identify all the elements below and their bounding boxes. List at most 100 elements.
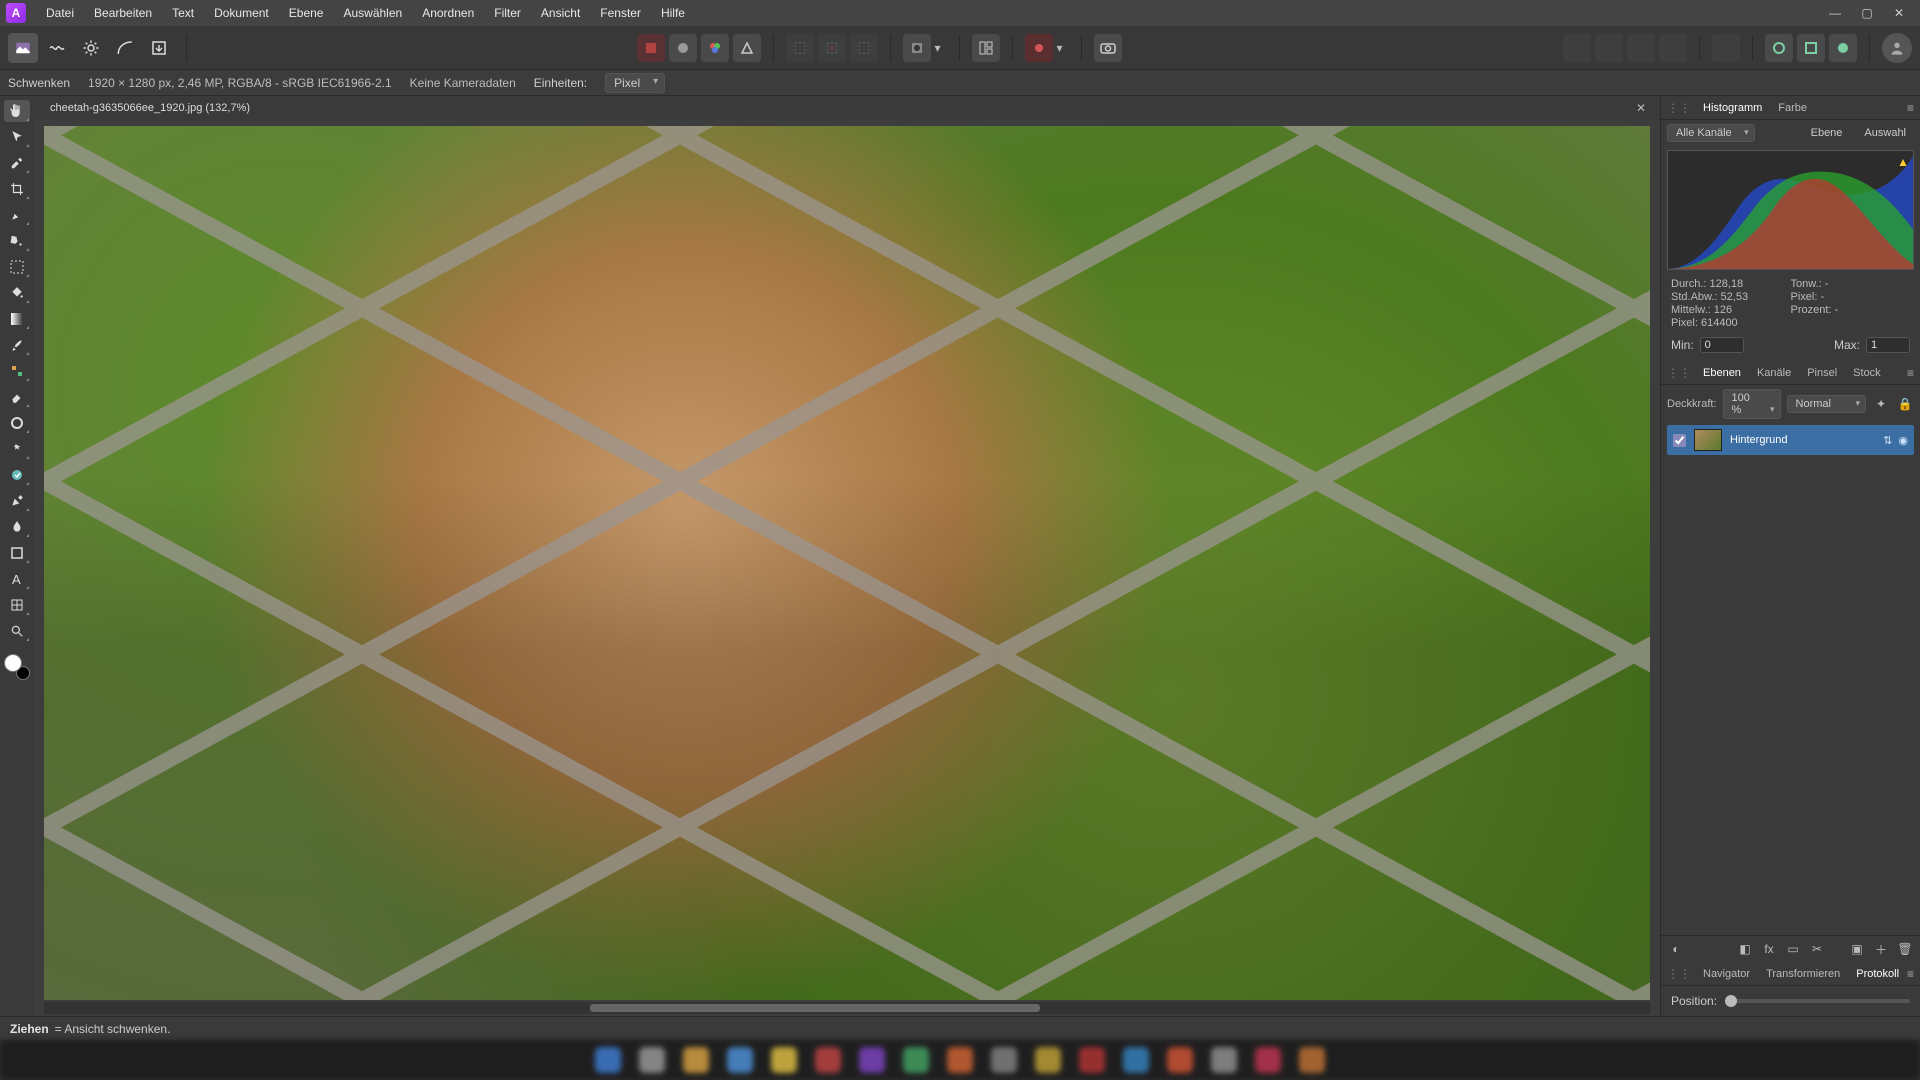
tool-move[interactable] xyxy=(4,126,30,148)
window-close-icon[interactable]: ✕ xyxy=(1890,6,1908,20)
histogram-max-input[interactable] xyxy=(1866,337,1910,353)
fx-icon[interactable]: fx xyxy=(1760,940,1778,958)
menu-bearbeiten[interactable]: Bearbeiten xyxy=(84,2,162,24)
auto-colors-icon[interactable] xyxy=(701,34,729,62)
histogram-min-input[interactable] xyxy=(1700,337,1744,353)
selection-new-icon[interactable] xyxy=(786,34,814,62)
tool-color-picker[interactable] xyxy=(4,152,30,174)
panel-menu-icon[interactable]: ≡ xyxy=(1907,366,1914,380)
tool-clone[interactable] xyxy=(4,438,30,460)
canvas[interactable] xyxy=(44,126,1650,1000)
align-left-icon[interactable] xyxy=(1563,34,1591,62)
persona-liquify[interactable] xyxy=(42,33,72,63)
document-tab[interactable]: cheetah-g3635066ee_1920.jpg (132,7%) xyxy=(40,99,260,117)
align-right-icon[interactable] xyxy=(1627,34,1655,62)
opacity-input[interactable]: 100 % xyxy=(1723,389,1781,419)
tool-flood-select[interactable] xyxy=(4,230,30,252)
tool-marquee[interactable] xyxy=(4,256,30,278)
histogram-channel-dropdown[interactable]: Alle Kanäle xyxy=(1667,124,1755,142)
tab-histogram[interactable]: Histogramm xyxy=(1695,99,1770,117)
layer-row[interactable]: Hintergrund ⇅ ◉ xyxy=(1667,425,1914,455)
quickmask-dropdown-icon[interactable]: ▾ xyxy=(935,41,947,55)
tool-zoom[interactable] xyxy=(4,620,30,642)
history-slider[interactable] xyxy=(1725,999,1910,1003)
window-maximize-icon[interactable]: ▢ xyxy=(1858,6,1876,20)
mask-layer-icon[interactable]: ◐ xyxy=(1667,940,1685,958)
menu-ansicht[interactable]: Ansicht xyxy=(531,2,590,24)
histogram-scope-layer[interactable]: Ebene xyxy=(1803,125,1851,141)
layer-fx-icon[interactable]: ✦ xyxy=(1872,395,1890,413)
menu-text[interactable]: Text xyxy=(162,2,204,24)
scrollbar-horizontal[interactable] xyxy=(44,1002,1650,1014)
menu-dokument[interactable]: Dokument xyxy=(204,2,279,24)
menu-hilfe[interactable]: Hilfe xyxy=(651,2,695,24)
clipping-warning-icon[interactable]: ▲ xyxy=(1897,155,1909,169)
layer-lock-icon[interactable]: 🔒 xyxy=(1896,395,1914,413)
panel-grip-icon[interactable]: ⋮⋮ xyxy=(1667,366,1691,380)
units-dropdown[interactable]: Pixel xyxy=(605,73,665,93)
menu-ebene[interactable]: Ebene xyxy=(279,2,334,24)
tool-selection-brush[interactable] xyxy=(4,204,30,226)
group-icon[interactable]: ▣ xyxy=(1848,940,1866,958)
tool-mesh-warp[interactable] xyxy=(4,594,30,616)
persona-tonemap[interactable] xyxy=(110,33,140,63)
color-swatch[interactable] xyxy=(4,654,30,680)
link-icon-1[interactable] xyxy=(1765,34,1793,62)
auto-contrast-icon[interactable] xyxy=(669,34,697,62)
persona-export[interactable] xyxy=(144,33,174,63)
tab-color[interactable]: Farbe xyxy=(1770,99,1815,117)
menu-auswaehlen[interactable]: Auswählen xyxy=(333,2,412,24)
quickmask-icon[interactable] xyxy=(903,34,931,62)
tab-channels[interactable]: Kanäle xyxy=(1749,364,1799,382)
tool-smudge[interactable] xyxy=(4,516,30,538)
toggle-preview-dropdown-icon[interactable]: ▾ xyxy=(1057,41,1069,55)
persona-photo[interactable] xyxy=(8,33,38,63)
menu-filter[interactable]: Filter xyxy=(484,2,531,24)
layer-visible-icon[interactable]: ◉ xyxy=(1898,434,1908,447)
tab-transform[interactable]: Transformieren xyxy=(1758,965,1848,983)
arrange-icon[interactable] xyxy=(972,34,1000,62)
selection-sampler-icon[interactable] xyxy=(637,34,665,62)
os-taskbar[interactable] xyxy=(0,1040,1920,1080)
tool-text[interactable]: A xyxy=(4,568,30,590)
menu-anordnen[interactable]: Anordnen xyxy=(412,2,484,24)
snapshot-icon[interactable] xyxy=(1094,34,1122,62)
extra-align-icon[interactable] xyxy=(1712,34,1740,62)
tab-brushes[interactable]: Pinsel xyxy=(1799,364,1845,382)
link-icon-2[interactable] xyxy=(1797,34,1825,62)
tool-shape[interactable] xyxy=(4,542,30,564)
menu-fenster[interactable]: Fenster xyxy=(590,2,651,24)
crop-layer-icon[interactable]: ✂ xyxy=(1808,940,1826,958)
tool-dodge[interactable] xyxy=(4,412,30,434)
panel-menu-icon[interactable]: ≡ xyxy=(1907,101,1914,115)
tool-pen[interactable] xyxy=(4,490,30,512)
tab-stock[interactable]: Stock xyxy=(1845,364,1889,382)
blend-mode-dropdown[interactable]: Normal xyxy=(1787,395,1866,413)
delete-layer-icon[interactable]: 🗑 xyxy=(1896,940,1914,958)
tab-layers[interactable]: Ebenen xyxy=(1695,364,1749,382)
adjustment-icon[interactable]: ◧ xyxy=(1736,940,1754,958)
window-minimize-icon[interactable]: — xyxy=(1826,6,1844,20)
tab-navigator[interactable]: Navigator xyxy=(1695,965,1758,983)
tab-history[interactable]: Protokoll xyxy=(1848,965,1907,983)
tool-erase-brush[interactable] xyxy=(4,386,30,408)
align-center-icon[interactable] xyxy=(1595,34,1623,62)
account-icon[interactable] xyxy=(1882,33,1912,63)
persona-develop[interactable] xyxy=(76,33,106,63)
selection-add-icon[interactable] xyxy=(818,34,846,62)
link-icon-3[interactable] xyxy=(1829,34,1857,62)
tool-inpainting[interactable] xyxy=(4,464,30,486)
selection-subtract-icon[interactable] xyxy=(850,34,878,62)
tool-view-hand[interactable] xyxy=(4,100,30,122)
document-tab-close-icon[interactable]: ✕ xyxy=(1628,101,1654,115)
tool-crop[interactable] xyxy=(4,178,30,200)
panel-grip-icon[interactable]: ⋮⋮ xyxy=(1667,967,1691,981)
histogram-scope-selection[interactable]: Auswahl xyxy=(1856,125,1914,141)
panel-menu-icon[interactable]: ≡ xyxy=(1907,967,1914,981)
layer-link-icon[interactable]: ⇅ xyxy=(1883,434,1892,447)
tool-pixel[interactable] xyxy=(4,360,30,382)
mask-icon[interactable]: ▭ xyxy=(1784,940,1802,958)
tool-flood-fill[interactable] xyxy=(4,282,30,304)
menu-datei[interactable]: Datei xyxy=(36,2,84,24)
tool-gradient[interactable] xyxy=(4,308,30,330)
